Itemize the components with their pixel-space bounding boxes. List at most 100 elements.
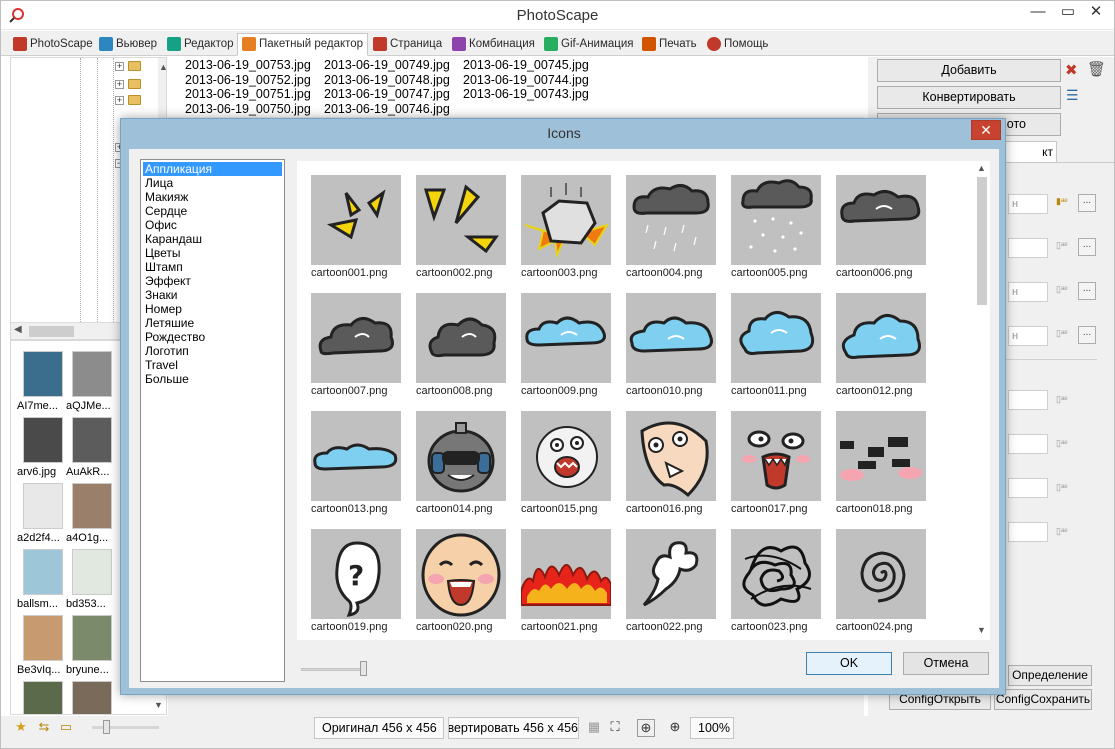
- icon-tile[interactable]: cartoon016.png: [612, 397, 716, 515]
- thumbnail-item[interactable]: arv6.jpg: [17, 415, 67, 478]
- file-item[interactable]: 2013-06-19_00747.jpg: [324, 87, 450, 102]
- tree-expand-icon[interactable]: +: [115, 96, 124, 105]
- category-item[interactable]: Цветы: [143, 246, 282, 260]
- icon-tile[interactable]: cartoon009.png: [507, 279, 611, 397]
- star-icon[interactable]: ★: [12, 719, 30, 737]
- category-item[interactable]: Знаки: [143, 288, 282, 302]
- category-item[interactable]: Рождество: [143, 330, 282, 344]
- category-item[interactable]: Штамп: [143, 260, 282, 274]
- tab-combine[interactable]: Комбинация: [447, 33, 540, 56]
- thumbnail-item[interactable]: AuAkR...: [66, 415, 116, 478]
- frame-field[interactable]: н: [1008, 194, 1048, 214]
- tab-editor[interactable]: Редактор: [162, 33, 239, 56]
- icon-tile[interactable]: cartoon011.png: [717, 279, 821, 397]
- tab-gif-animation[interactable]: Gif-Анимация: [539, 33, 639, 56]
- file-item[interactable]: 2013-06-19_00748.jpg: [324, 73, 450, 88]
- edit-icon[interactable]: ▯ᵃᵉ: [1056, 526, 1072, 540]
- ok-button[interactable]: OK: [806, 652, 892, 675]
- thumbnail-item[interactable]: Be3vIq...: [17, 613, 67, 676]
- dialog-close-button[interactable]: ✕: [971, 120, 1001, 140]
- icon-tile[interactable]: cartoon018.png: [822, 397, 926, 515]
- file-item[interactable]: 2013-06-19_00752.jpg: [185, 73, 311, 88]
- icon-tile[interactable]: cartoon001.png: [297, 161, 401, 279]
- tab-batch-editor[interactable]: Пакетный редактор: [237, 33, 369, 56]
- thumbnail-item[interactable]: bryune...: [66, 613, 116, 676]
- text-field[interactable]: [1008, 238, 1048, 258]
- refresh-icon[interactable]: ⇆: [35, 719, 53, 737]
- category-item[interactable]: Эффект: [143, 274, 282, 288]
- file-item[interactable]: 2013-06-19_00751.jpg: [185, 87, 311, 102]
- file-list[interactable]: 2013-06-19_00753.jpg 2013-06-19_00752.jp…: [168, 57, 864, 117]
- browse-button[interactable]: ...: [1078, 282, 1096, 300]
- category-item[interactable]: Офис: [143, 218, 282, 232]
- category-item[interactable]: Лица: [143, 176, 282, 190]
- minimize-button[interactable]: —: [1024, 0, 1052, 24]
- tree-expand-icon[interactable]: +: [115, 62, 124, 71]
- icon-tile[interactable]: cartoon015.png: [507, 397, 611, 515]
- category-item[interactable]: Номер: [143, 302, 282, 316]
- file-item[interactable]: 2013-06-19_00750.jpg: [185, 102, 311, 117]
- list-icon[interactable]: ☰: [1066, 87, 1079, 104]
- file-item[interactable]: 2013-06-19_00745.jpg: [463, 58, 589, 73]
- define-button[interactable]: Определение: [1008, 665, 1092, 686]
- text-field[interactable]: н: [1008, 326, 1048, 346]
- edit-icon[interactable]: ▯ᵃᵉ: [1056, 394, 1072, 408]
- icon-tile[interactable]: cartoon014.png: [402, 397, 506, 515]
- thumbnail-item[interactable]: a4O1g...: [66, 481, 116, 544]
- category-item[interactable]: Макияж: [143, 190, 282, 204]
- cancel-button[interactable]: Отмена: [903, 652, 989, 675]
- text-field[interactable]: [1008, 522, 1048, 542]
- icon-tile[interactable]: cartoon007.png: [297, 279, 401, 397]
- icon-tile[interactable]: cartoon020.png: [402, 515, 506, 633]
- file-item[interactable]: 2013-06-19_00753.jpg: [185, 58, 311, 73]
- thumbnail-item[interactable]: ballsm...: [17, 547, 67, 610]
- thumbnail-item[interactable]: a2d2f4...: [17, 481, 67, 544]
- icon-tile[interactable]: cartoon021.png: [507, 515, 611, 633]
- icon-size-slider[interactable]: [301, 668, 366, 671]
- icon-tile[interactable]: cartoon022.png: [612, 515, 716, 633]
- zoom-actual-icon[interactable]: ⊕: [637, 719, 655, 737]
- icon-tile[interactable]: ? cartoon019.png: [297, 515, 401, 633]
- icon-tile[interactable]: cartoon003.png: [507, 161, 611, 279]
- icon-tile[interactable]: cartoon004.png: [612, 161, 716, 279]
- scroll-thumb[interactable]: [977, 177, 987, 305]
- tab-object[interactable]: кт: [1005, 141, 1057, 163]
- icon-grid[interactable]: cartoon001.png cartoon002.png cartoon003…: [297, 161, 990, 640]
- edit-icon[interactable]: ▯ᵃᵉ: [1056, 328, 1072, 342]
- scroll-up-icon[interactable]: ▲: [977, 163, 986, 173]
- scroll-down-icon[interactable]: ▼: [154, 700, 163, 710]
- edit-icon[interactable]: ▯ᵃᵉ: [1056, 284, 1072, 298]
- scroll-left-icon[interactable]: ◀: [14, 324, 22, 335]
- maximize-button[interactable]: ▭: [1054, 0, 1082, 24]
- category-item[interactable]: Travel: [143, 358, 282, 372]
- icon-tile[interactable]: cartoon008.png: [402, 279, 506, 397]
- category-item[interactable]: Сердце: [143, 204, 282, 218]
- tab-print[interactable]: Печать: [637, 33, 702, 56]
- browse-button[interactable]: ...: [1078, 326, 1096, 344]
- scroll-down-icon[interactable]: ▼: [977, 625, 986, 635]
- zoom-icon[interactable]: ⊕: [666, 719, 684, 737]
- thumbnail-item[interactable]: AI7me...: [17, 349, 67, 412]
- thumbnail-item[interactable]: [66, 679, 116, 714]
- category-list[interactable]: Аппликация Лица Макияж Сердце Офис Каран…: [140, 159, 285, 682]
- close-window-button[interactable]: ✕: [1082, 0, 1110, 24]
- thumbnail-item[interactable]: aQJMe...: [66, 349, 116, 412]
- trash-icon[interactable]: 🗑: [1087, 60, 1106, 78]
- icon-tile[interactable]: cartoon013.png: [297, 397, 401, 515]
- category-item[interactable]: Карандаш: [143, 232, 282, 246]
- file-item[interactable]: 2013-06-19_00746.jpg: [324, 102, 450, 117]
- category-item[interactable]: Аппликация: [143, 162, 282, 176]
- icon-tile[interactable]: cartoon002.png: [402, 161, 506, 279]
- icon-tile[interactable]: cartoon023.png: [717, 515, 821, 633]
- remove-icon[interactable]: ✖: [1065, 61, 1078, 79]
- tab-viewer[interactable]: Вьювер: [94, 33, 162, 56]
- icon-tile[interactable]: cartoon024.png: [822, 515, 926, 633]
- icon-grid-scrollbar[interactable]: ▲ ▼: [973, 161, 990, 640]
- edit-icon[interactable]: ▯ᵃᵉ: [1056, 240, 1072, 254]
- icon-tile[interactable]: cartoon006.png: [822, 161, 926, 279]
- tab-page[interactable]: Страница: [368, 33, 447, 56]
- checkerboard-icon[interactable]: ▦: [585, 719, 603, 737]
- scroll-thumb[interactable]: [29, 326, 74, 337]
- edit-icon[interactable]: ▯ᵃᵉ: [1056, 482, 1072, 496]
- icon-size-slider-handle[interactable]: [360, 661, 367, 676]
